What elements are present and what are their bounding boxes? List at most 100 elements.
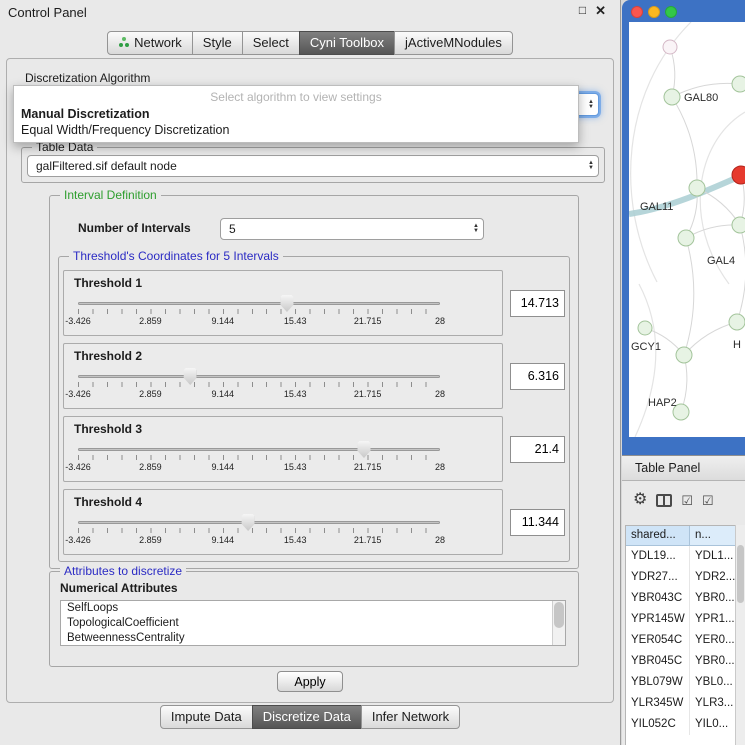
table-row[interactable]: YLR345WYLR3... bbox=[626, 693, 737, 714]
scale-tick-label: 28 bbox=[435, 462, 445, 472]
table-row[interactable]: YBR043CYBR0... bbox=[626, 588, 737, 609]
cell-shared-name: YPR145W bbox=[626, 609, 690, 630]
threshold-value-input[interactable] bbox=[510, 290, 565, 317]
combo-arrows-icon: ▲▼ bbox=[473, 224, 479, 234]
threshold-slider[interactable]: -3.4262.8599.14415.4321.71528 bbox=[78, 514, 440, 550]
algorithm-option[interactable]: Equal Width/Frequency Discretization bbox=[14, 122, 578, 138]
float-window-icon[interactable]: □ bbox=[579, 3, 586, 19]
tab-label: Impute Data bbox=[171, 709, 242, 724]
attribute-item[interactable]: TopologicalCoefficient bbox=[61, 616, 565, 631]
table-body: YDL19...YDL1...YDR27...YDR2...YBR043CYBR… bbox=[626, 546, 737, 735]
network-node[interactable] bbox=[638, 321, 652, 335]
threshold-panel: Threshold 1-3.4262.8599.14415.4321.71528 bbox=[63, 270, 503, 336]
network-node[interactable] bbox=[732, 166, 745, 184]
algorithm-option[interactable]: Manual Discretization bbox=[14, 106, 578, 122]
slider-track[interactable] bbox=[78, 302, 440, 305]
network-node[interactable] bbox=[676, 347, 692, 363]
threshold-value-input[interactable] bbox=[510, 363, 565, 390]
threshold-panel: Threshold 4-3.4262.8599.14415.4321.71528 bbox=[63, 489, 503, 555]
threshold-row: Threshold 1-3.4262.8599.14415.4321.71528 bbox=[63, 269, 565, 337]
tab-infer-network[interactable]: Infer Network bbox=[361, 705, 460, 729]
network-node[interactable] bbox=[689, 180, 705, 196]
scale-tick-label: 21.715 bbox=[354, 316, 382, 326]
table-row[interactable]: YDL19...YDL1... bbox=[626, 546, 737, 567]
attributes-list[interactable]: SelfLoopsTopologicalCoefficientBetweenne… bbox=[60, 600, 566, 646]
table-row[interactable]: YIL052CYIL0... bbox=[626, 714, 737, 735]
scale-tick-label: 9.144 bbox=[212, 462, 235, 472]
network-node[interactable] bbox=[678, 230, 694, 246]
minimize-traffic-icon[interactable] bbox=[648, 6, 660, 18]
slider-track[interactable] bbox=[78, 448, 440, 451]
slider-scale: -3.4262.8599.14415.4321.71528 bbox=[78, 535, 440, 546]
cell-shared-name: YBR045C bbox=[626, 651, 690, 672]
table-data-combobox[interactable]: galFiltered.sif default node ▲▼ bbox=[27, 155, 599, 177]
network-edge bbox=[681, 355, 687, 412]
attribute-item[interactable]: BetweennessCentrality bbox=[61, 631, 565, 646]
close-icon[interactable]: ✕ bbox=[595, 3, 606, 19]
threshold-slider[interactable]: -3.4262.8599.14415.4321.71528 bbox=[78, 368, 440, 404]
scrollbar-thumb[interactable] bbox=[737, 545, 744, 603]
dropdown-options: Manual DiscretizationEqual Width/Frequen… bbox=[14, 106, 578, 138]
control-panel: Control Panel □ ✕ NetworkStyleSelectCyni… bbox=[0, 0, 621, 745]
tab-impute-data[interactable]: Impute Data bbox=[160, 705, 253, 729]
network-node[interactable] bbox=[663, 40, 677, 54]
network-node[interactable] bbox=[664, 89, 680, 105]
tab-label: Select bbox=[253, 35, 289, 50]
network-node-label: HAP2 bbox=[648, 397, 677, 409]
tab-network[interactable]: Network bbox=[107, 31, 193, 55]
number-of-intervals-combobox[interactable]: 5 ▲▼ bbox=[220, 218, 484, 240]
network-node[interactable] bbox=[732, 76, 745, 92]
settings-gear-icon[interactable]: ⚙ bbox=[633, 492, 647, 508]
tab-cyni-toolbox[interactable]: Cyni Toolbox bbox=[299, 31, 395, 55]
network-node[interactable] bbox=[729, 314, 745, 330]
scrollbar-thumb[interactable] bbox=[554, 602, 564, 628]
attributes-scrollbar[interactable] bbox=[552, 601, 565, 645]
thresholds-group: Threshold's Coordinates for 5 Intervals … bbox=[58, 256, 570, 562]
attribute-item[interactable]: SelfLoops bbox=[61, 601, 565, 616]
attributes-group: Attributes to discretize Numerical Attri… bbox=[49, 571, 579, 667]
network-canvas[interactable]: GAL80GAL11GAL4GCY1HAP2H bbox=[629, 22, 745, 437]
table-panel-title: Table Panel bbox=[622, 455, 745, 481]
cell-name: YBL0... bbox=[690, 672, 737, 693]
close-traffic-icon[interactable] bbox=[631, 6, 643, 18]
threshold-slider[interactable]: -3.4262.8599.14415.4321.71528 bbox=[78, 295, 440, 331]
table-row[interactable]: YPR145WYPR1... bbox=[626, 609, 737, 630]
threshold-value-input[interactable] bbox=[510, 436, 565, 463]
select-columns-check-icon[interactable]: ☑ bbox=[702, 494, 714, 507]
cell-name: YLR3... bbox=[690, 693, 737, 714]
column-header-shared-name[interactable]: shared... bbox=[626, 526, 690, 546]
threshold-value-input[interactable] bbox=[510, 509, 565, 536]
slider-track[interactable] bbox=[78, 521, 440, 524]
threshold-slider[interactable]: -3.4262.8599.14415.4321.71528 bbox=[78, 441, 440, 477]
select-all-check-icon[interactable]: ☑ bbox=[681, 494, 693, 507]
algorithm-dropdown-popup: Select algorithm to view settings Manual… bbox=[13, 85, 579, 143]
slider-ticks bbox=[78, 528, 440, 533]
slider-track[interactable] bbox=[78, 375, 440, 378]
tab-label: Discretize Data bbox=[263, 709, 351, 724]
tab-discretize-data[interactable]: Discretize Data bbox=[252, 705, 362, 729]
network-node[interactable] bbox=[732, 217, 745, 233]
combo-arrows-icon: ▲▼ bbox=[588, 161, 594, 171]
columns-icon[interactable] bbox=[656, 494, 672, 507]
scale-tick-label: 15.43 bbox=[284, 316, 307, 326]
zoom-traffic-icon[interactable] bbox=[665, 6, 677, 18]
table-row[interactable]: YDR27...YDR2... bbox=[626, 567, 737, 588]
slider-scale: -3.4262.8599.14415.4321.71528 bbox=[78, 462, 440, 473]
tab-jactivemnodules[interactable]: jActiveMNodules bbox=[394, 31, 513, 55]
cell-name: YDL1... bbox=[690, 546, 737, 567]
cell-name: YPR1... bbox=[690, 609, 737, 630]
apply-button[interactable]: Apply bbox=[277, 671, 343, 692]
table-scrollbar[interactable] bbox=[735, 525, 745, 745]
column-header-name[interactable]: n... bbox=[690, 526, 737, 546]
threshold-panel: Threshold 3-3.4262.8599.14415.4321.71528 bbox=[63, 416, 503, 482]
tab-style[interactable]: Style bbox=[192, 31, 243, 55]
table-row[interactable]: YBL079WYBL0... bbox=[626, 672, 737, 693]
slider-scale: -3.4262.8599.14415.4321.71528 bbox=[78, 316, 440, 327]
scale-tick-label: 28 bbox=[435, 535, 445, 545]
table-row[interactable]: YBR045CYBR0... bbox=[626, 651, 737, 672]
numerical-attributes-label: Numerical Attributes bbox=[60, 581, 178, 595]
table-row[interactable]: YER054CYER0... bbox=[626, 630, 737, 651]
tab-select[interactable]: Select bbox=[242, 31, 300, 55]
network-graph[interactable]: GAL80GAL11GAL4GCY1HAP2H bbox=[629, 22, 745, 437]
top-tab-bar: NetworkStyle Select Cyni ToolboxjActiveMNo… bbox=[0, 31, 620, 55]
